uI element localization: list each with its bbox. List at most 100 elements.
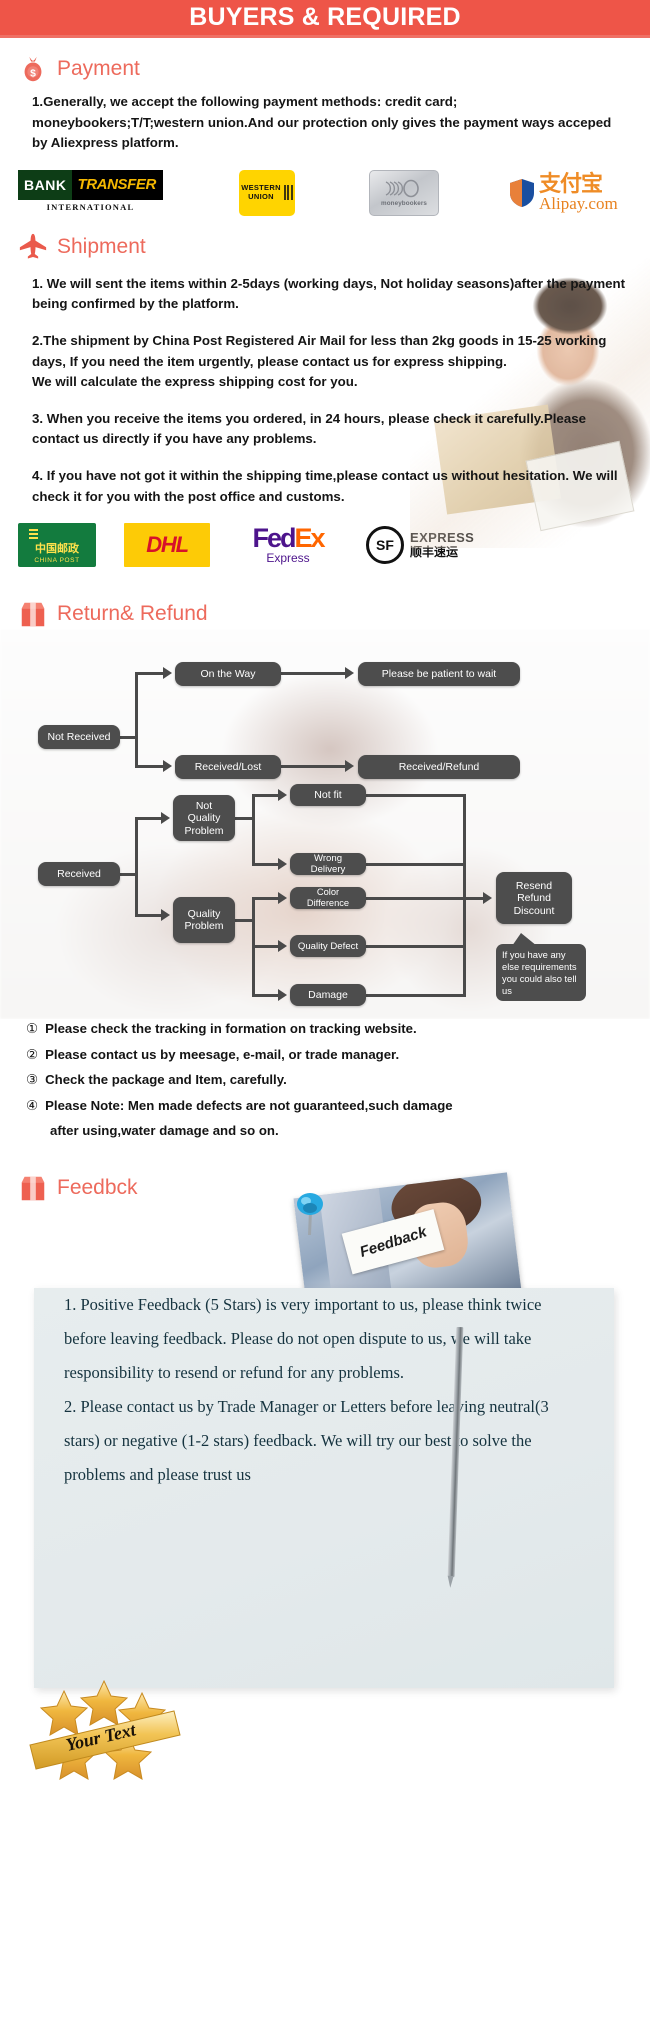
push-pin-icon bbox=[297, 1193, 323, 1236]
not-quality-line3: Problem bbox=[184, 824, 224, 837]
flow-node-color-difference: Color Difference bbox=[290, 887, 366, 910]
moneybookers-logo: moneybookers bbox=[369, 169, 439, 216]
note-text: Please Note: Men made defects are not gu… bbox=[45, 1097, 453, 1113]
note-number: ③ bbox=[26, 1072, 39, 1088]
note-item: ④ Please Note: Men made defects are not … bbox=[26, 1096, 632, 1117]
feedback-zone: Feedback 1. Positive Feedback (5 Stars) … bbox=[0, 1172, 650, 1781]
flow-node-quality-problem: Quality Problem bbox=[173, 897, 235, 944]
flow-line-root-vertical bbox=[135, 672, 138, 769]
not-quality-line2: Quality bbox=[187, 812, 221, 825]
china-post-horn-icon bbox=[29, 529, 38, 540]
note-number: ④ bbox=[26, 1097, 39, 1113]
flow-line-color-difference-right bbox=[366, 897, 466, 901]
sf-badge-icon: SF bbox=[366, 526, 404, 565]
flow-arrow-on-the-way-to-result bbox=[345, 667, 354, 680]
section-header-payment: $ Payment bbox=[0, 54, 650, 84]
western-union-logo: WESTERN UNION bbox=[239, 169, 295, 216]
resend-line1: Resend bbox=[515, 879, 553, 892]
flow-node-received-lost: Received/Lost bbox=[175, 755, 281, 780]
feedback-paragraph-1: 1. Positive Feedback (5 Stars) is very i… bbox=[64, 1295, 542, 1383]
note-number: ② bbox=[26, 1046, 39, 1062]
flow-line-not-quality-vertical bbox=[252, 794, 255, 867]
flow-arrow-to-resend-refund bbox=[483, 892, 492, 905]
flow-line-to-damage bbox=[252, 994, 280, 998]
dhl-wordmark: DHL bbox=[146, 532, 189, 558]
flow-line-to-not-quality bbox=[135, 817, 163, 821]
flow-arrow-to-color-difference bbox=[278, 892, 287, 905]
wu-line2: UNION bbox=[248, 191, 274, 201]
resend-line3: Discount bbox=[513, 904, 555, 917]
section-title-feedback: Feedbck bbox=[57, 1176, 138, 1200]
section-title-shipment: Shipment bbox=[57, 234, 146, 258]
shipment-paragraph-3: 3. When you receive the items you ordere… bbox=[32, 410, 587, 447]
flow-line-to-not-fit bbox=[252, 794, 280, 798]
flow-node-on-the-way: On the Way bbox=[175, 662, 281, 687]
flow-node-quality-defect: Quality Defect bbox=[290, 935, 366, 958]
moneybookers-wordmark: moneybookers bbox=[381, 199, 427, 207]
note-item: ① Please check the tracking in formation… bbox=[26, 1019, 632, 1040]
flow-line-collector-rail bbox=[463, 794, 466, 998]
section-header-return-refund: Return& Refund bbox=[0, 599, 650, 629]
alipay-domain-text: Alipay.com bbox=[539, 194, 618, 214]
note-continuation: after using,water damage and so on. bbox=[50, 1123, 279, 1139]
flow-arrow-to-quality bbox=[161, 909, 170, 922]
section-title-payment: Payment bbox=[57, 57, 140, 80]
flow-line-to-received-lost bbox=[135, 765, 165, 769]
flow-line-to-wrong-delivery bbox=[252, 863, 280, 867]
flow-line-rail-to-result bbox=[463, 897, 485, 901]
shipment-paragraph-2b: We will calculate the express shipping c… bbox=[32, 374, 358, 390]
shipment-paragraph-1: 1. We will sent the items within 2-5days… bbox=[32, 275, 626, 312]
flow-arrow-to-not-quality bbox=[161, 812, 170, 825]
flow-node-not-received: Not Received bbox=[38, 725, 120, 750]
flow-line-received-lost-to-result bbox=[281, 765, 349, 769]
flow-arrow-received-lost-to-result bbox=[345, 760, 354, 773]
flow-arrow-to-on-the-way bbox=[163, 667, 172, 680]
note-text: Please check the tracking in formation o… bbox=[45, 1021, 417, 1037]
flow-node-received-refund: Received/Refund bbox=[358, 755, 520, 780]
bank-transfer-word-transfer: TRANSFER bbox=[72, 169, 163, 200]
flow-arrow-to-quality-defect bbox=[278, 940, 287, 953]
flow-arrow-to-received-lost bbox=[163, 760, 172, 773]
bank-transfer-logo: BANK TRANSFER INTERNATIONAL bbox=[18, 169, 163, 216]
resend-line2: Refund bbox=[517, 892, 551, 905]
china-post-logo: 中国邮政 CHINA POST bbox=[18, 523, 96, 568]
moneybookers-waves-icon bbox=[385, 179, 419, 198]
bank-transfer-word-bank: BANK bbox=[18, 169, 73, 200]
fedex-word-fed: Fed bbox=[252, 523, 296, 554]
flow-node-please-be-patient: Please be patient to wait bbox=[358, 662, 520, 687]
return-refund-notes: ① Please check the tracking in formation… bbox=[0, 1019, 650, 1141]
flow-line-to-quality bbox=[135, 914, 163, 918]
feedback-panel: 1. Positive Feedback (5 Stars) is very i… bbox=[34, 1288, 614, 1689]
note-text: Check the package and Item, carefully. bbox=[45, 1072, 287, 1088]
flow-arrow-to-not-fit bbox=[278, 789, 287, 802]
note-number: ① bbox=[26, 1021, 39, 1037]
flow-line-wrong-delivery-right bbox=[366, 863, 466, 867]
fedex-word-ex: Ex bbox=[294, 523, 325, 554]
note-item: ③ Check the package and Item, carefully. bbox=[26, 1070, 632, 1091]
quality-line1: Quality bbox=[187, 907, 221, 920]
svg-text:$: $ bbox=[30, 69, 36, 80]
note-item: ② Please contact us by meesage, e-mail, … bbox=[26, 1045, 632, 1066]
flow-line-to-quality-defect bbox=[252, 945, 280, 949]
flow-node-wrong-delivery: Wrong Delivery bbox=[290, 853, 366, 876]
section-title-return-refund: Return& Refund bbox=[57, 602, 208, 626]
shipment-paragraph-2: 2.The shipment by China Post Registered … bbox=[32, 333, 607, 369]
page-banner: BUYERS & REQUIRED bbox=[0, 0, 650, 38]
flow-node-not-fit: Not fit bbox=[290, 784, 366, 807]
feedback-sign-text: Feedback bbox=[357, 1223, 429, 1261]
flow-line-not-fit-right bbox=[366, 794, 466, 798]
flow-arrow-to-damage bbox=[278, 989, 287, 1002]
airplane-icon bbox=[19, 233, 47, 259]
flow-node-received: Received bbox=[38, 862, 120, 887]
alipay-logo: 支付宝 Alipay.com bbox=[509, 173, 618, 212]
feedback-paragraph-2: 2. Please contact us by Trade Manager or… bbox=[64, 1396, 549, 1484]
fedex-logo: FedEx Express bbox=[238, 523, 338, 566]
flow-line-received-vertical bbox=[135, 817, 138, 918]
wu-bars-icon bbox=[283, 185, 293, 201]
flow-node-damage: Damage bbox=[290, 984, 366, 1007]
quality-line2: Problem bbox=[184, 920, 224, 933]
flow-callout-extra-requirements: If you have any else requirements you co… bbox=[496, 933, 586, 1002]
note-text: Please contact us by meesage, e-mail, or… bbox=[45, 1046, 400, 1062]
china-post-cn-text: 中国邮政 bbox=[35, 542, 79, 556]
flow-line-on-the-way-to-result bbox=[281, 672, 349, 676]
